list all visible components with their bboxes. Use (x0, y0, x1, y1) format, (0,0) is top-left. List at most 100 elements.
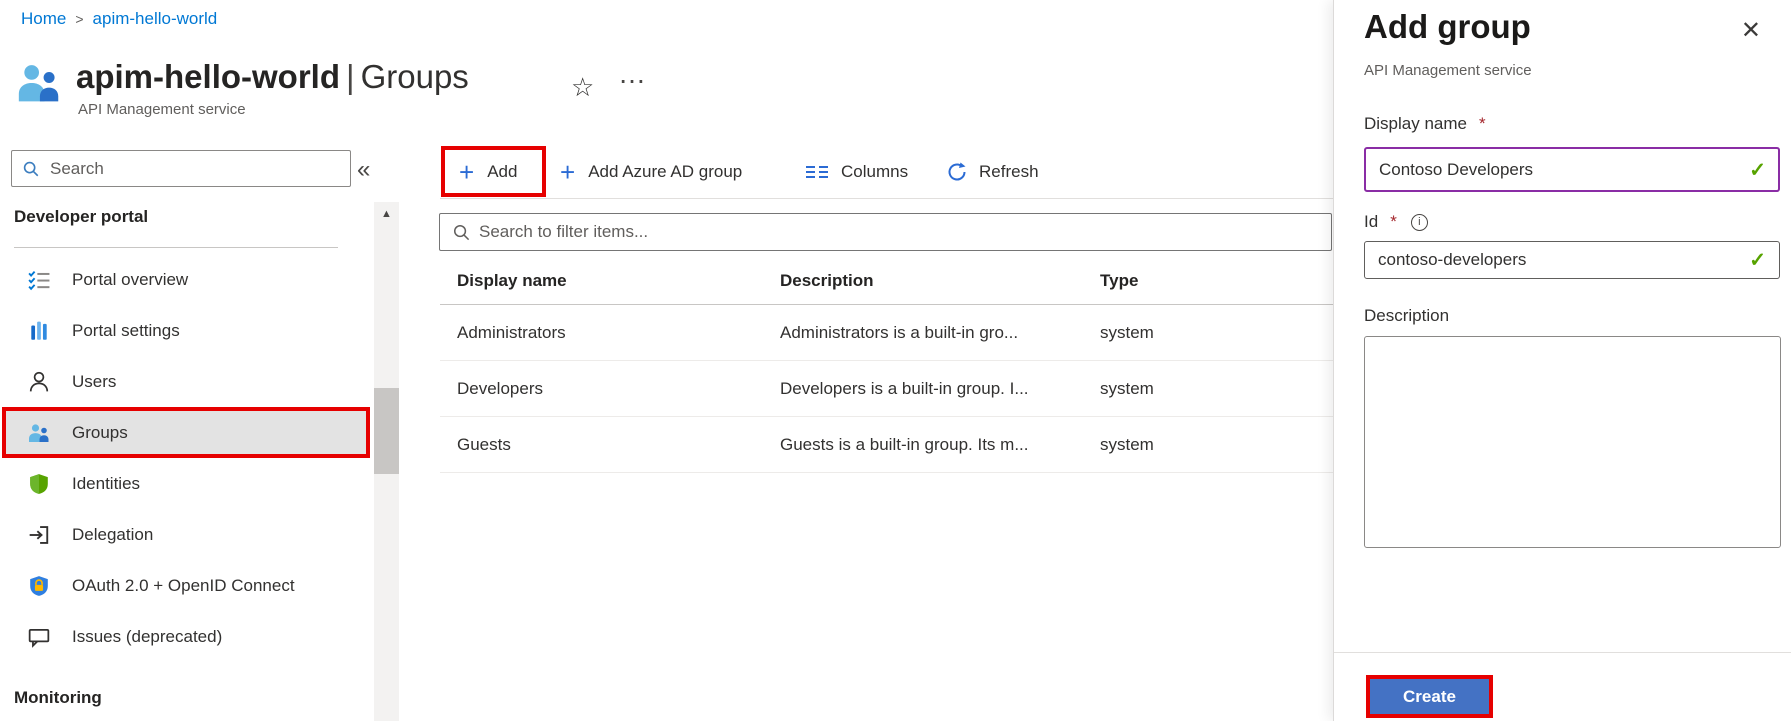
toolbar-divider (440, 198, 1333, 199)
sidebar-collapse-icon[interactable]: « (357, 156, 370, 184)
portal-overview-icon (28, 269, 50, 291)
panel-title: Add group (1364, 8, 1531, 46)
row-type: system (1100, 417, 1300, 472)
column-header-description: Description (780, 258, 1090, 304)
table-row-administrators[interactable]: Administrators Administrators is a built… (440, 305, 1333, 361)
row-description: Developers is a built-in group. I... (780, 361, 1090, 416)
display-name-label-text: Display name (1364, 114, 1467, 134)
valid-check-icon: ✓ (1749, 157, 1766, 182)
sidebar-item-groups[interactable]: Groups (2, 407, 370, 458)
groups-resource-icon (17, 61, 61, 105)
scrollbar-up-arrow-icon[interactable]: ▲ (374, 208, 399, 220)
sidebar-section-developer-portal: Developer portal (14, 207, 148, 227)
row-display-name: Administrators (457, 305, 757, 360)
row-description: Guests is a built-in group. Its m... (780, 417, 1090, 472)
favorite-star-icon[interactable]: ☆ (571, 72, 594, 103)
columns-button[interactable]: Columns (806, 146, 908, 197)
sidebar-item-label: Groups (72, 423, 128, 443)
refresh-button[interactable]: Refresh (946, 146, 1039, 197)
issues-speech-bubble-icon (28, 626, 50, 648)
sidebar-item-identities[interactable]: Identities (0, 458, 372, 509)
row-display-name: Developers (457, 361, 757, 416)
groups-icon (28, 422, 50, 444)
table-row-developers[interactable]: Developers Developers is a built-in grou… (440, 361, 1333, 417)
breadcrumb-current-link[interactable]: apim-hello-world (93, 9, 218, 29)
panel-footer-divider (1334, 652, 1791, 653)
id-label: Id * i (1364, 212, 1428, 232)
sidebar-search-input[interactable] (50, 159, 340, 179)
refresh-icon (946, 161, 968, 183)
sidebar-section-divider (14, 247, 338, 248)
sidebar-item-label: Delegation (72, 525, 153, 545)
panel-subtitle: API Management service (1364, 62, 1532, 79)
filter-input[interactable] (479, 222, 1319, 242)
info-icon[interactable]: i (1411, 214, 1428, 231)
columns-icon (806, 163, 830, 181)
create-button[interactable]: Create (1370, 679, 1489, 714)
sidebar-item-label: OAuth 2.0 + OpenID Connect (72, 576, 295, 596)
plus-icon: + (560, 159, 575, 185)
sidebar-item-label: Issues (deprecated) (72, 627, 222, 647)
sidebar-scrollbar[interactable]: ▲ (374, 202, 399, 721)
page-title-separator: | (340, 58, 361, 95)
row-description: Administrators is a built-in gro... (780, 305, 1090, 360)
add-azure-ad-group-button[interactable]: + Add Azure AD group (560, 146, 742, 197)
table-header: Display name Description Type (440, 258, 1333, 305)
page-title-blade: Groups (361, 58, 469, 95)
add-button-label: Add (487, 162, 517, 182)
row-type: system (1100, 361, 1300, 416)
users-icon (28, 371, 50, 393)
delegation-icon (28, 524, 50, 546)
table-row-guests[interactable]: Guests Guests is a built-in group. Its m… (440, 417, 1333, 473)
page-title: apim-hello-world|Groups (76, 56, 469, 98)
description-textarea[interactable] (1364, 336, 1781, 548)
breadcrumb-separator-icon: > (75, 11, 83, 27)
page-title-resource: apim-hello-world (76, 58, 340, 95)
sidebar-item-issues[interactable]: Issues (deprecated) (0, 611, 372, 662)
sidebar-item-portal-settings[interactable]: Portal settings (0, 305, 372, 356)
oauth-shield-lock-icon (28, 575, 50, 597)
sidebar-item-portal-overview[interactable]: Portal overview (0, 254, 372, 305)
azure-portal-screen: Home > apim-hello-world apim-hello-world… (0, 0, 1791, 721)
sidebar-item-users[interactable]: Users (0, 356, 372, 407)
sidebar-item-label: Portal settings (72, 321, 180, 341)
columns-label: Columns (841, 162, 908, 182)
valid-check-icon: ✓ (1749, 248, 1766, 273)
close-icon[interactable]: ✕ (1741, 16, 1761, 45)
id-label-text: Id (1364, 212, 1378, 232)
column-header-display-name: Display name (457, 258, 757, 304)
column-header-type: Type (1100, 258, 1300, 304)
required-asterisk: * (1390, 212, 1397, 232)
breadcrumb-home-link[interactable]: Home (21, 9, 66, 29)
sidebar-item-label: Users (72, 372, 116, 392)
display-name-input[interactable] (1364, 147, 1780, 192)
display-name-field: ✓ (1364, 147, 1780, 192)
row-type: system (1100, 305, 1300, 360)
sidebar-item-label: Identities (72, 474, 140, 494)
sidebar-item-delegation[interactable]: Delegation (0, 509, 372, 560)
display-name-label: Display name * (1364, 114, 1486, 134)
add-button[interactable]: + Add (441, 146, 546, 197)
plus-icon: + (459, 159, 474, 185)
sidebar-item-label: Portal overview (72, 270, 188, 290)
row-display-name: Guests (457, 417, 757, 472)
page-subtitle: API Management service (78, 101, 246, 118)
search-icon (22, 160, 40, 178)
search-icon (452, 223, 471, 242)
sidebar-section-monitoring: Monitoring (14, 688, 102, 708)
more-options-icon[interactable]: … (618, 58, 648, 90)
portal-settings-icon (28, 320, 50, 342)
create-button-highlight: Create (1366, 675, 1493, 718)
identities-shield-icon (28, 473, 50, 495)
add-group-panel: Add group ✕ API Management service Displ… (1333, 0, 1791, 721)
id-field: ✓ (1364, 241, 1780, 279)
description-label-text: Description (1364, 306, 1449, 326)
sidebar-search (11, 150, 351, 187)
scrollbar-thumb[interactable] (374, 388, 399, 474)
breadcrumb: Home > apim-hello-world (21, 9, 217, 29)
sidebar-item-oauth[interactable]: OAuth 2.0 + OpenID Connect (0, 560, 372, 611)
required-asterisk: * (1479, 114, 1486, 134)
add-azure-ad-group-label: Add Azure AD group (588, 162, 742, 182)
refresh-label: Refresh (979, 162, 1039, 182)
id-input[interactable] (1364, 241, 1780, 279)
